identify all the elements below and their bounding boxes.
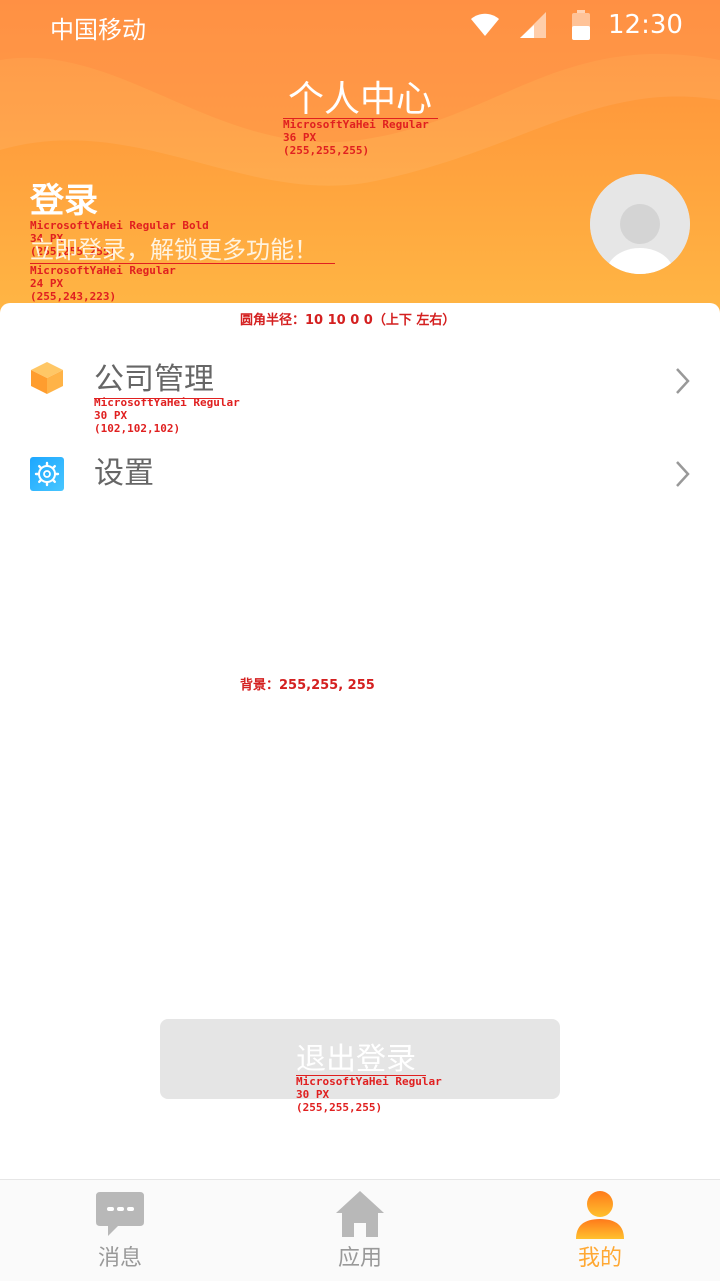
clock: 12:30: [608, 10, 683, 40]
tab-label: 应用: [337, 1246, 382, 1271]
login-subtitle[interactable]: 立即登录，解锁更多功能！: [30, 233, 318, 267]
tab-label: 消息: [97, 1246, 142, 1271]
tab-messages[interactable]: 消息: [60, 1180, 180, 1281]
logout-button-label[interactable]: 退出登录: [296, 1040, 416, 1080]
annotation-title: MicrosoftYaHei Regular 36 PX (255,255,25…: [283, 118, 429, 157]
annotation-background: 背景：255,255, 255: [240, 678, 375, 693]
avatar[interactable]: [590, 174, 690, 274]
annotation-logout: MicrosoftYaHei Regular 30 PX (255,255,25…: [296, 1075, 442, 1114]
package-icon: [31, 362, 63, 394]
page-title: 个人中心: [287, 79, 432, 120]
message-icon: [96, 1192, 144, 1236]
annotation-subtitle: MicrosoftYaHei Regular 24 PX (255,243,22…: [30, 264, 176, 303]
login-link[interactable]: 登录: [30, 180, 98, 222]
menu-item-settings[interactable]: 设置: [0, 435, 720, 515]
tab-label: 我的: [577, 1246, 622, 1271]
menu-item-label: 设置: [94, 456, 154, 491]
chevron-right-icon: [676, 461, 690, 487]
person-icon: [576, 1191, 624, 1239]
status-bar: 中国移动 12:30: [0, 0, 720, 52]
profile-header: 中国移动 12:30 个人中心 MicrosoftYaHei Regular 3…: [0, 0, 720, 330]
home-icon: [336, 1191, 384, 1237]
annotation-radius: 圆角半径：10 10 0 0（上下 左右）: [240, 313, 456, 328]
bottom-tab-bar: 消息 应用 我的: [0, 1179, 720, 1281]
carrier-name: 中国移动: [50, 16, 146, 44]
tab-mine[interactable]: 我的: [540, 1180, 660, 1281]
gear-icon: [30, 457, 64, 491]
wifi-icon: [471, 13, 499, 36]
chevron-right-icon: [676, 368, 690, 394]
menu-item-label: 公司管理: [94, 362, 214, 397]
annotation-menu: MicrosoftYaHei Regular 30 PX (102,102,10…: [94, 396, 240, 435]
tab-apps[interactable]: 应用: [300, 1180, 420, 1281]
signal-icon: [520, 12, 546, 38]
avatar-placeholder-icon: [590, 174, 690, 274]
battery-icon: [572, 10, 590, 40]
